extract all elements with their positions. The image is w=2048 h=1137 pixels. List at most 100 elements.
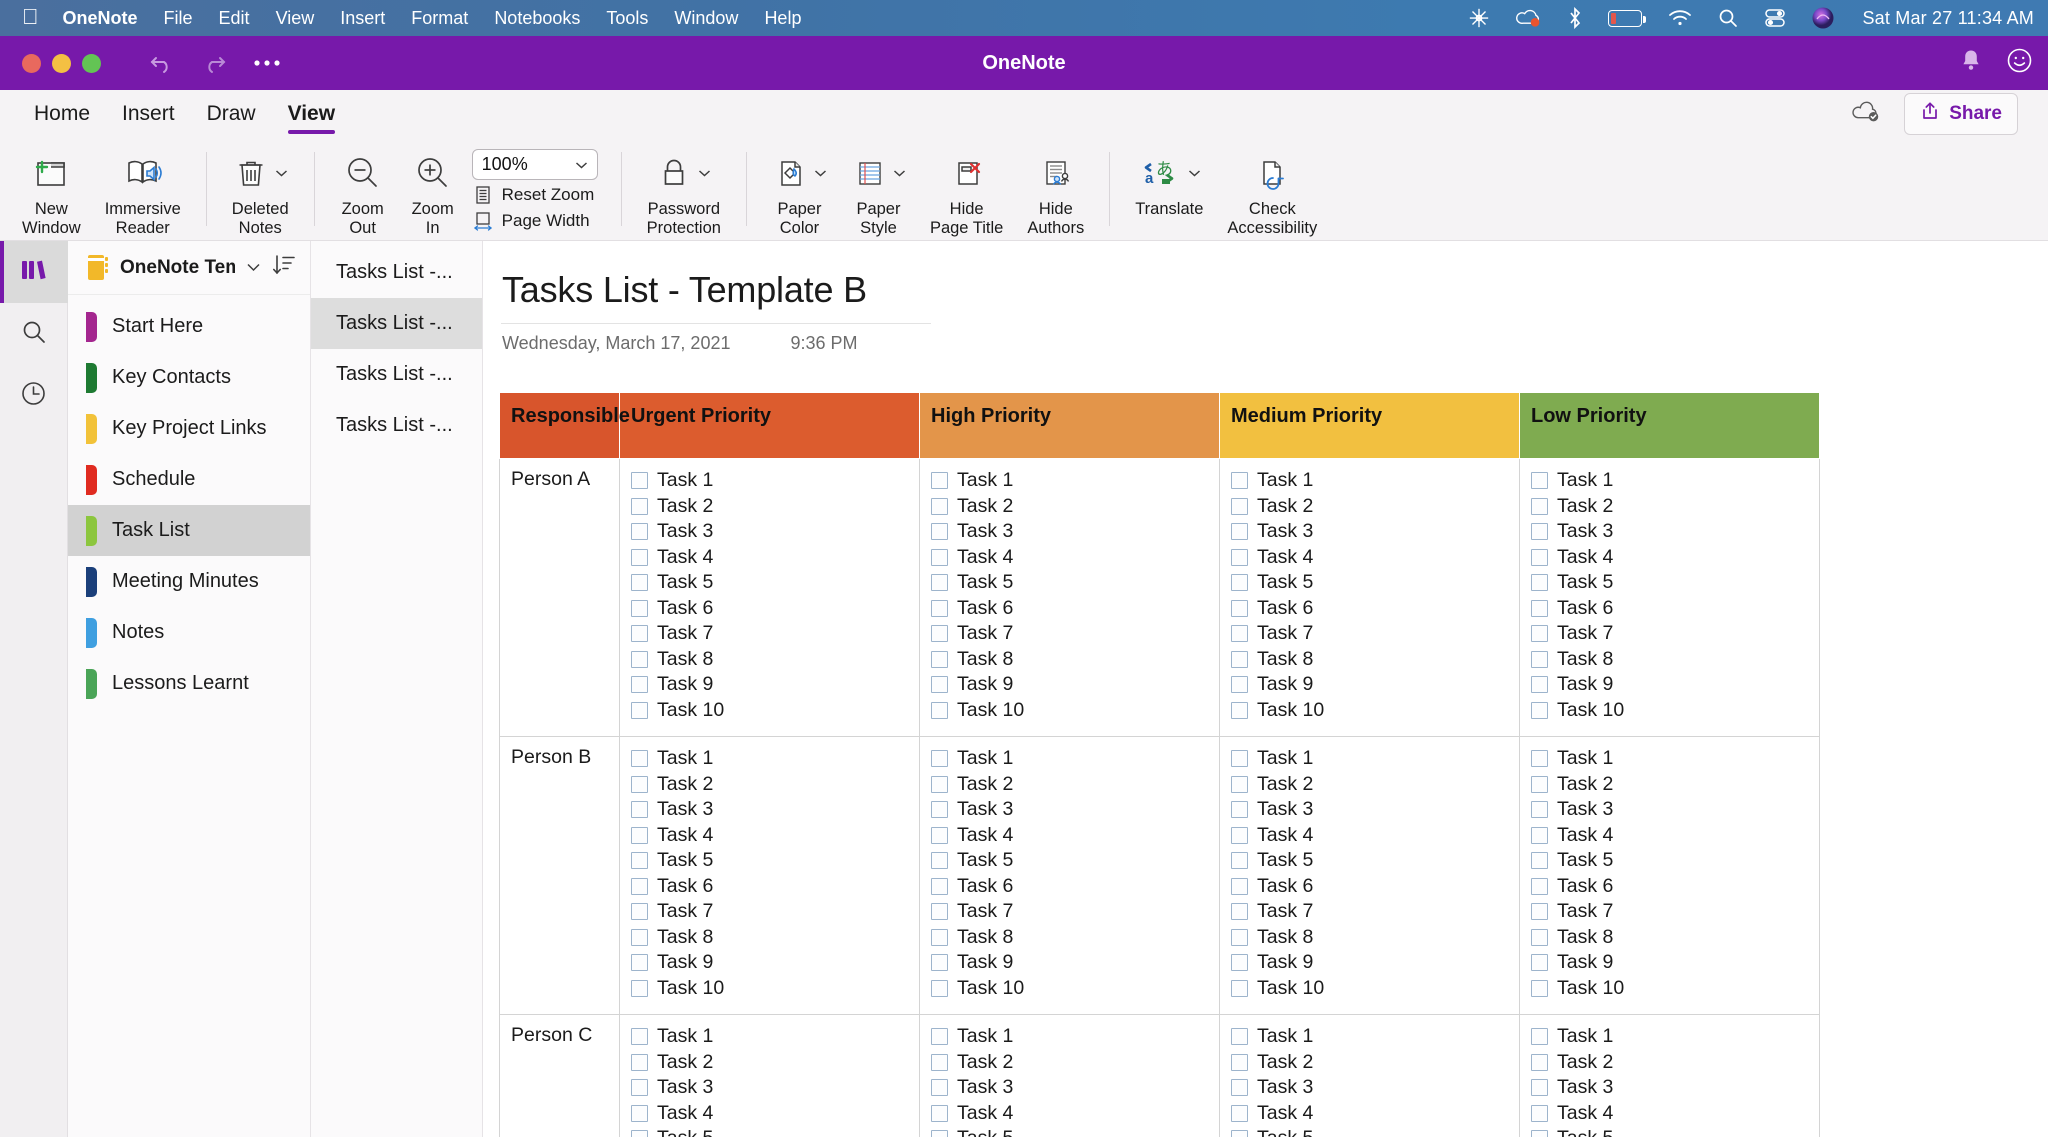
list-item[interactable]: Task 3	[631, 1075, 908, 1101]
list-item[interactable]: Task 9	[931, 950, 1208, 976]
list-item[interactable]: Task 2	[1531, 1050, 1808, 1076]
list-item[interactable]: Task 10	[931, 976, 1208, 1002]
snowflake-icon[interactable]	[1468, 7, 1490, 29]
list-item[interactable]: Task 9	[1231, 950, 1508, 976]
new-window-button[interactable]: New Window	[10, 142, 93, 240]
list-item[interactable]: Task 9	[931, 672, 1208, 698]
task-checkbox[interactable]	[631, 877, 648, 895]
list-item[interactable]: Task 3	[631, 519, 908, 545]
rail-search-button[interactable]	[0, 303, 68, 365]
section-item-meeting-minutes[interactable]: Meeting Minutes	[68, 556, 310, 607]
task-checkbox[interactable]	[1531, 903, 1548, 921]
list-item[interactable]: Task 2	[1231, 772, 1508, 798]
menu-item-window[interactable]: Window	[674, 8, 738, 29]
task-checkbox[interactable]	[1531, 650, 1548, 668]
list-item[interactable]: Task 8	[631, 925, 908, 951]
task-checkbox[interactable]	[1231, 954, 1248, 972]
list-item[interactable]: Task 10	[1531, 976, 1808, 1002]
task-checkbox[interactable]	[931, 826, 948, 844]
task-checkbox[interactable]	[931, 903, 948, 921]
list-item[interactable]: Task 3	[931, 797, 1208, 823]
section-item-lessons-learnt[interactable]: Lessons Learnt	[68, 658, 310, 709]
hide-authors-button[interactable]: Hide Authors	[1015, 142, 1096, 240]
task-checkbox[interactable]	[1531, 676, 1548, 694]
task-checkbox[interactable]	[1531, 701, 1548, 719]
list-item[interactable]: Task 5	[931, 1126, 1208, 1137]
list-item[interactable]: Task 2	[1231, 494, 1508, 520]
list-item[interactable]: Task 5	[931, 848, 1208, 874]
list-item[interactable]: Task 3	[1231, 1075, 1508, 1101]
task-checkbox[interactable]	[631, 801, 648, 819]
list-item[interactable]: Task 3	[1231, 519, 1508, 545]
task-checkbox[interactable]	[1531, 852, 1548, 870]
ellipsis-icon[interactable]	[253, 59, 281, 67]
list-item[interactable]: Task 2	[1531, 494, 1808, 520]
task-checkbox[interactable]	[1531, 826, 1548, 844]
task-checkbox[interactable]	[631, 548, 648, 566]
task-checkbox[interactable]	[1531, 1104, 1548, 1122]
task-checkbox[interactable]	[1531, 523, 1548, 541]
list-item[interactable]: Task 7	[1231, 899, 1508, 925]
list-item[interactable]: Task 3	[1531, 1075, 1808, 1101]
task-checkbox[interactable]	[1531, 497, 1548, 515]
list-item[interactable]: Task 9	[1531, 950, 1808, 976]
task-checkbox[interactable]	[931, 1028, 948, 1046]
task-checkbox[interactable]	[1531, 877, 1548, 895]
list-item[interactable]: Task 2	[1231, 1050, 1508, 1076]
section-item-notes[interactable]: Notes	[68, 607, 310, 658]
list-item[interactable]: Task 4	[631, 545, 908, 571]
list-item[interactable]: Task 6	[1531, 596, 1808, 622]
list-item[interactable]: Task 10	[631, 976, 908, 1002]
menu-item-view[interactable]: View	[276, 8, 315, 29]
task-checkbox[interactable]	[1531, 1053, 1548, 1071]
list-item[interactable]: Task 4	[1231, 1101, 1508, 1127]
list-item[interactable]: Task 5	[1231, 570, 1508, 596]
task-checkbox[interactable]	[1231, 1028, 1248, 1046]
rail-recent-button[interactable]	[0, 365, 68, 427]
hide-page-title-button[interactable]: Hide Page Title	[918, 142, 1015, 240]
task-checkbox[interactable]	[1231, 903, 1248, 921]
list-item[interactable]: Task 9	[631, 672, 908, 698]
menu-item-help[interactable]: Help	[764, 8, 801, 29]
task-checkbox[interactable]	[931, 1053, 948, 1071]
task-checkbox[interactable]	[931, 599, 948, 617]
list-item[interactable]: Task 4	[931, 1101, 1208, 1127]
menu-item-notebooks[interactable]: Notebooks	[494, 8, 580, 29]
close-window-button[interactable]	[22, 53, 41, 73]
task-checkbox[interactable]	[931, 701, 948, 719]
section-item-start-here[interactable]: Start Here	[68, 301, 310, 352]
list-item[interactable]: Task 3	[1531, 519, 1808, 545]
task-checkbox[interactable]	[1531, 801, 1548, 819]
task-checkbox[interactable]	[1231, 1053, 1248, 1071]
list-item[interactable]: Task 4	[931, 823, 1208, 849]
list-item[interactable]: Task 1	[1231, 746, 1508, 772]
task-checkbox[interactable]	[931, 1130, 948, 1137]
undo-icon[interactable]	[149, 52, 175, 74]
task-checkbox[interactable]	[631, 625, 648, 643]
list-item[interactable]: Task 1	[631, 468, 908, 494]
list-item[interactable]: Task 4	[1531, 823, 1808, 849]
task-checkbox[interactable]	[1231, 852, 1248, 870]
task-checkbox[interactable]	[1231, 574, 1248, 592]
list-item[interactable]: Task 4	[1231, 823, 1508, 849]
list-item[interactable]: Task 2	[631, 494, 908, 520]
task-checkbox[interactable]	[931, 650, 948, 668]
list-item[interactable]: Task 6	[1531, 874, 1808, 900]
list-item[interactable]: Task 9	[1531, 672, 1808, 698]
task-checkbox[interactable]	[1231, 1130, 1248, 1137]
task-checkbox[interactable]	[931, 877, 948, 895]
translate-button[interactable]: a あ Translate	[1123, 142, 1215, 240]
task-checkbox[interactable]	[1531, 775, 1548, 793]
notebook-header[interactable]: OneNote Template for Pr...	[68, 241, 310, 295]
list-item[interactable]: Task 10	[1231, 698, 1508, 724]
menu-item-tools[interactable]: Tools	[606, 8, 648, 29]
page-title[interactable]: Tasks List - Template B	[499, 269, 2048, 311]
task-checkbox[interactable]	[1531, 548, 1548, 566]
cell-high-tasks[interactable]: Task 1Task 2Task 3Task 4Task 5Task 6	[919, 1014, 1220, 1137]
task-checkbox[interactable]	[631, 1079, 648, 1097]
list-item[interactable]: Task 2	[931, 494, 1208, 520]
zoom-level-select[interactable]: 100%	[471, 149, 598, 180]
tab-insert[interactable]: Insert	[106, 90, 191, 138]
task-checkbox[interactable]	[1531, 574, 1548, 592]
menu-bar-clock[interactable]: Sat Mar 27 11:34 AM	[1862, 8, 2034, 29]
